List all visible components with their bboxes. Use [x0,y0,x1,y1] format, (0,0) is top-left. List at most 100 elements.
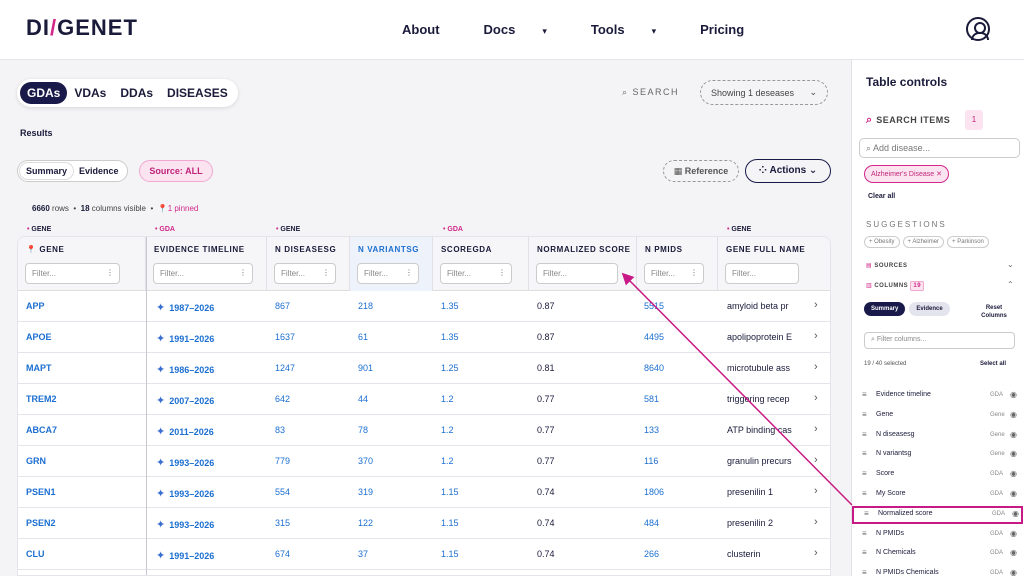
cell-nvar[interactable]: 319 [358,487,373,497]
search-link[interactable]: ⌕ SEARCH [622,87,679,98]
eye-icon[interactable]: ◉ [1010,548,1017,557]
chevron-up-icon[interactable]: ⌃ [1007,280,1014,289]
table-row[interactable]: PSEN2 ✦ 1993–2026 315 122 1.15 0.74 484 presenil… [18,508,830,539]
cell-pmids[interactable]: 5515 [644,301,664,311]
column-list-item[interactable]: ≡ Gene Gene ◉ [860,407,1020,425]
cell-timeline[interactable]: ✦ 1991–2026 [156,332,214,345]
selected-disease-chip[interactable]: Alzheimer's Disease ✕ [864,165,950,183]
columns-summary-toggle[interactable]: Summary [864,302,906,316]
cell-nvar[interactable]: 78 [358,425,368,435]
cell-score[interactable]: 1.2 [441,425,454,435]
filter-columns-input[interactable]: ⌕ Filter columns... [864,332,1015,349]
eye-icon[interactable]: ◉ [1010,390,1017,399]
chevron-right-icon[interactable]: › [814,516,818,528]
drag-handle-icon[interactable]: ≡ [862,449,867,458]
filter-input[interactable]: Filter... ⋮ [440,263,512,284]
cell-nvar[interactable]: 901 [358,363,373,373]
cell-nvar[interactable]: 44 [358,394,368,404]
filter-input[interactable]: Filter... ⋮ [644,263,704,284]
cell-pmids[interactable]: 266 [644,549,659,559]
eye-icon[interactable]: ◉ [1010,489,1017,498]
chevron-right-icon[interactable]: › [814,485,818,497]
cell-score[interactable]: 1.25 [441,363,459,373]
nav-about[interactable]: About [402,22,462,37]
column-list-item[interactable]: ≡ N PMIDs GDA ◉ [860,526,1020,544]
cell-nvar[interactable]: 37 [358,549,368,559]
source-filter-button[interactable]: Source: ALL [139,160,213,182]
eye-icon[interactable]: ◉ [1010,449,1017,458]
columns-evidence-toggle[interactable]: Evidence [909,302,950,316]
column-list-item[interactable]: ≡ My Score GDA ◉ [860,486,1020,504]
cell-ndis[interactable]: 867 [275,301,290,311]
cell-timeline[interactable]: ✦ 1991–2026 [156,549,214,562]
cell-ndis[interactable]: 315 [275,518,290,528]
menu-dots-icon[interactable]: ⋮ [498,268,506,277]
column-n-diseases[interactable]: N DISEASESG Filter... ⋮ [267,237,350,291]
close-icon[interactable]: ✕ [936,171,942,178]
cell-nvar[interactable]: 122 [358,518,373,528]
chevron-right-icon[interactable]: › [814,547,818,559]
showing-dropdown[interactable]: Showing 1 deseases ⌄ [700,80,828,105]
evidence-toggle[interactable]: Evidence [73,163,125,179]
nav-pricing[interactable]: Pricing [700,22,766,37]
table-row[interactable]: APP ✦ 1987–2026 867 218 1.35 0.87 5515 amyloid b… [18,291,830,322]
drag-handle-icon[interactable]: ≡ [862,489,867,498]
cell-gene[interactable]: GRN [26,456,46,466]
cell-gene[interactable]: APP [26,301,45,311]
filter-input[interactable]: Filter... ⋮ [274,263,336,284]
cell-timeline[interactable]: ✦ 2011–2026 [156,425,214,438]
reference-button[interactable]: ▦ Reference [663,160,739,182]
cell-score[interactable]: 1.2 [441,394,454,404]
summary-toggle[interactable]: Summary [20,163,74,179]
filter-input[interactable]: Filter... ⋮ [357,263,419,284]
drag-handle-icon[interactable]: ≡ [862,469,867,478]
cell-score[interactable]: 1.15 [441,487,459,497]
menu-dots-icon[interactable]: ⋮ [405,268,413,277]
suggestion-chip[interactable]: + Alzheimer [902,236,945,248]
cell-ndis[interactable]: 642 [275,394,290,404]
drag-handle-icon[interactable]: ≡ [862,430,867,439]
table-row[interactable]: APOE ✦ 1991–2026 1637 61 1.35 0.87 4495 apolipop… [18,322,830,353]
menu-dots-icon[interactable]: ⋮ [322,268,330,277]
column-list-item[interactable]: ≡ N diseasesg Gene ◉ [860,427,1020,445]
cell-timeline[interactable]: ✦ 1993–2026 [156,487,214,500]
cell-ndis[interactable]: 554 [275,487,290,497]
cell-nvar[interactable]: 61 [358,332,368,342]
cell-gene[interactable]: PSEN1 [26,487,56,497]
filter-input[interactable]: Filter... [536,263,618,284]
cell-timeline[interactable]: ✦ 2007–2026 [156,394,214,407]
columns-section[interactable]: ▥ COLUMNS 19 [866,281,925,291]
tab-vdas[interactable]: VDAs [67,82,113,104]
drag-handle-icon[interactable]: ≡ [862,410,867,419]
table-row[interactable]: TREM2 ✦ 2007–2026 642 44 1.2 0.77 581 triggering… [18,384,830,415]
clear-all-link[interactable]: Clear all [868,193,895,200]
tab-gdas[interactable]: GDAs [20,82,68,104]
cell-pmids[interactable]: 8640 [644,363,664,373]
cell-score[interactable]: 1.15 [441,549,459,559]
cell-ndis[interactable]: 83 [275,425,285,435]
cell-gene[interactable]: ABCA7 [26,425,57,435]
chevron-right-icon[interactable]: › [814,361,818,373]
table-row[interactable]: ABCA7 ✦ 2011–2026 83 78 1.2 0.77 133 ATP binding… [18,415,830,446]
add-disease-input[interactable]: ⌕ Add disease... [859,138,1020,158]
cell-score[interactable]: 1.35 [441,301,459,311]
filter-input[interactable]: Filter... [725,263,799,284]
suggestion-chip[interactable]: + Obesity [864,236,900,248]
chevron-right-icon[interactable]: › [814,454,818,466]
menu-dots-icon[interactable]: ⋮ [690,268,698,277]
column-list-item[interactable]: ≡ N Chemicals GDA ◉ [860,545,1020,563]
nav-tools[interactable]: Tools ▾ [591,22,678,37]
eye-icon[interactable]: ◉ [1010,529,1017,538]
cell-nvar[interactable]: 370 [358,456,373,466]
chevron-right-icon[interactable]: › [814,330,818,342]
cell-gene[interactable]: APOE [26,332,52,342]
cell-gene[interactable]: MAPT [26,363,52,373]
actions-button[interactable]: ⁘ Actions ⌄ [745,159,831,183]
filter-input[interactable]: Filter... ⋮ [25,263,120,284]
cell-ndis[interactable]: 1247 [275,363,295,373]
column-gene-full-name[interactable]: GENE FULL NAME Filter... [718,237,830,291]
cell-ndis[interactable]: 779 [275,456,290,466]
cell-timeline[interactable]: ✦ 1986–2026 [156,363,214,376]
cell-gene[interactable]: PSEN2 [26,518,56,528]
drag-handle-icon[interactable]: ≡ [862,390,867,399]
